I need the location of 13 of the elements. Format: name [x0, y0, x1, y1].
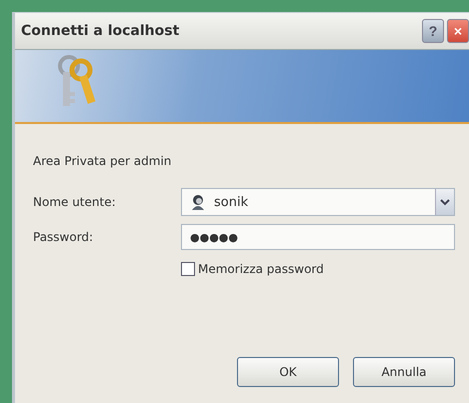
- password-field[interactable]: ●●●●●: [181, 224, 455, 250]
- ok-button[interactable]: OK: [237, 357, 339, 387]
- username-combo[interactable]: sonik: [181, 188, 455, 216]
- help-button[interactable]: ?: [422, 19, 444, 43]
- remember-checkbox[interactable]: Memorizza password: [181, 262, 455, 276]
- cancel-button[interactable]: Annulla: [353, 357, 455, 387]
- user-icon: [190, 194, 206, 210]
- dropdown-button[interactable]: [435, 189, 454, 215]
- field-label: Password:: [33, 230, 94, 244]
- field-label: Nome utente:: [33, 195, 117, 209]
- message-text: Area Privata per admin: [33, 154, 172, 168]
- chevron-icon: [440, 198, 450, 206]
- window-title: Connetti a localhost: [21, 23, 180, 39]
